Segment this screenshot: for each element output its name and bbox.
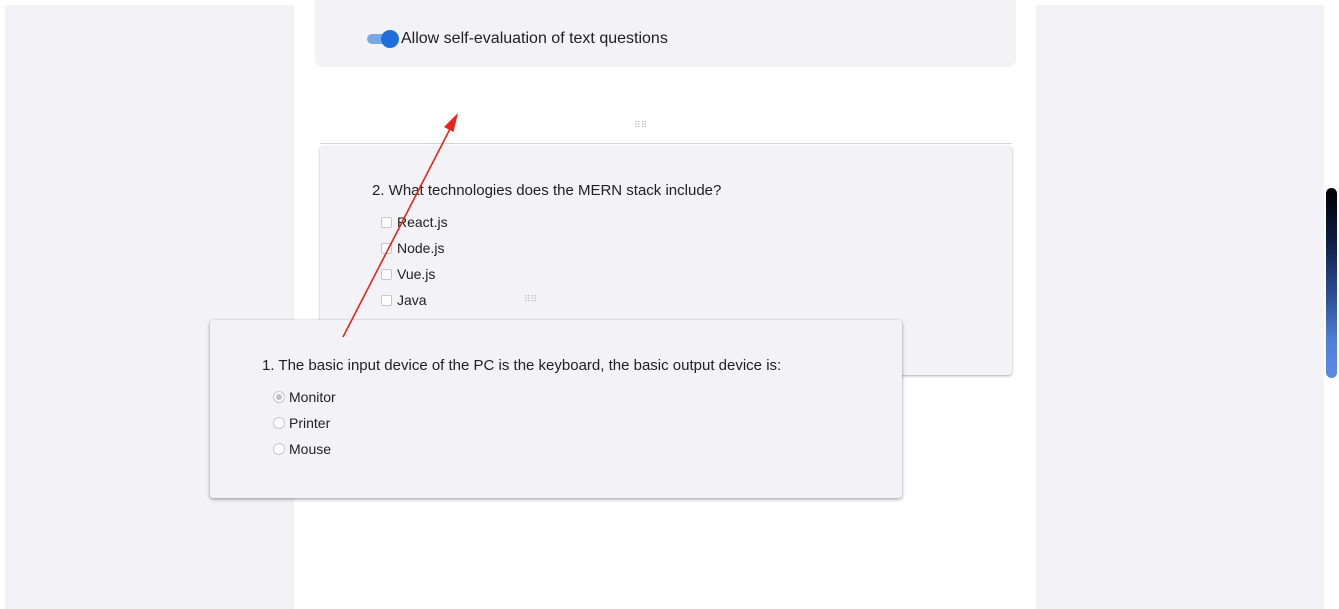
option-label: Mouse bbox=[289, 441, 332, 457]
option-label: Node.js bbox=[397, 240, 445, 256]
self-evaluation-toggle[interactable] bbox=[367, 30, 399, 48]
left-side-panel bbox=[5, 5, 294, 609]
option-label: React.js bbox=[397, 214, 448, 230]
drag-handle-icon[interactable]: ⠿⠿ bbox=[524, 295, 537, 304]
option-node[interactable]: Node.js bbox=[381, 239, 444, 257]
option-label: Vue.js bbox=[397, 266, 436, 282]
checkbox[interactable] bbox=[381, 216, 392, 228]
option-label: Printer bbox=[289, 415, 331, 431]
toggle-thumb bbox=[381, 30, 399, 48]
divider bbox=[320, 143, 1012, 144]
checkbox[interactable] bbox=[381, 294, 392, 306]
radio-button[interactable] bbox=[273, 391, 285, 403]
question-title: 2. What technologies does the MERN stack… bbox=[372, 182, 722, 199]
option-label: Monitor bbox=[289, 389, 336, 405]
checkbox[interactable] bbox=[381, 268, 392, 280]
scrollbar-thumb[interactable] bbox=[1326, 188, 1337, 378]
option-mouse[interactable]: Mouse bbox=[273, 440, 331, 458]
question-title: 1. The basic input device of the PC is t… bbox=[262, 357, 782, 374]
option-react[interactable]: React.js bbox=[381, 213, 448, 231]
radio-button[interactable] bbox=[273, 443, 285, 455]
self-evaluation-label: Allow self-evaluation of text questions bbox=[401, 30, 668, 47]
option-label: Java bbox=[397, 292, 427, 308]
option-vue[interactable]: Vue.js bbox=[381, 265, 435, 283]
drag-handle-icon[interactable]: ⠿⠿ bbox=[634, 121, 647, 130]
option-printer[interactable]: Printer bbox=[273, 414, 330, 432]
option-java[interactable]: Java bbox=[381, 291, 427, 309]
checkbox[interactable] bbox=[381, 242, 392, 254]
question-card-1-dragging[interactable]: 1. The basic input device of the PC is t… bbox=[210, 320, 902, 498]
option-monitor[interactable]: Monitor bbox=[273, 388, 336, 406]
right-side-panel bbox=[1036, 5, 1324, 609]
radio-button[interactable] bbox=[273, 417, 285, 429]
